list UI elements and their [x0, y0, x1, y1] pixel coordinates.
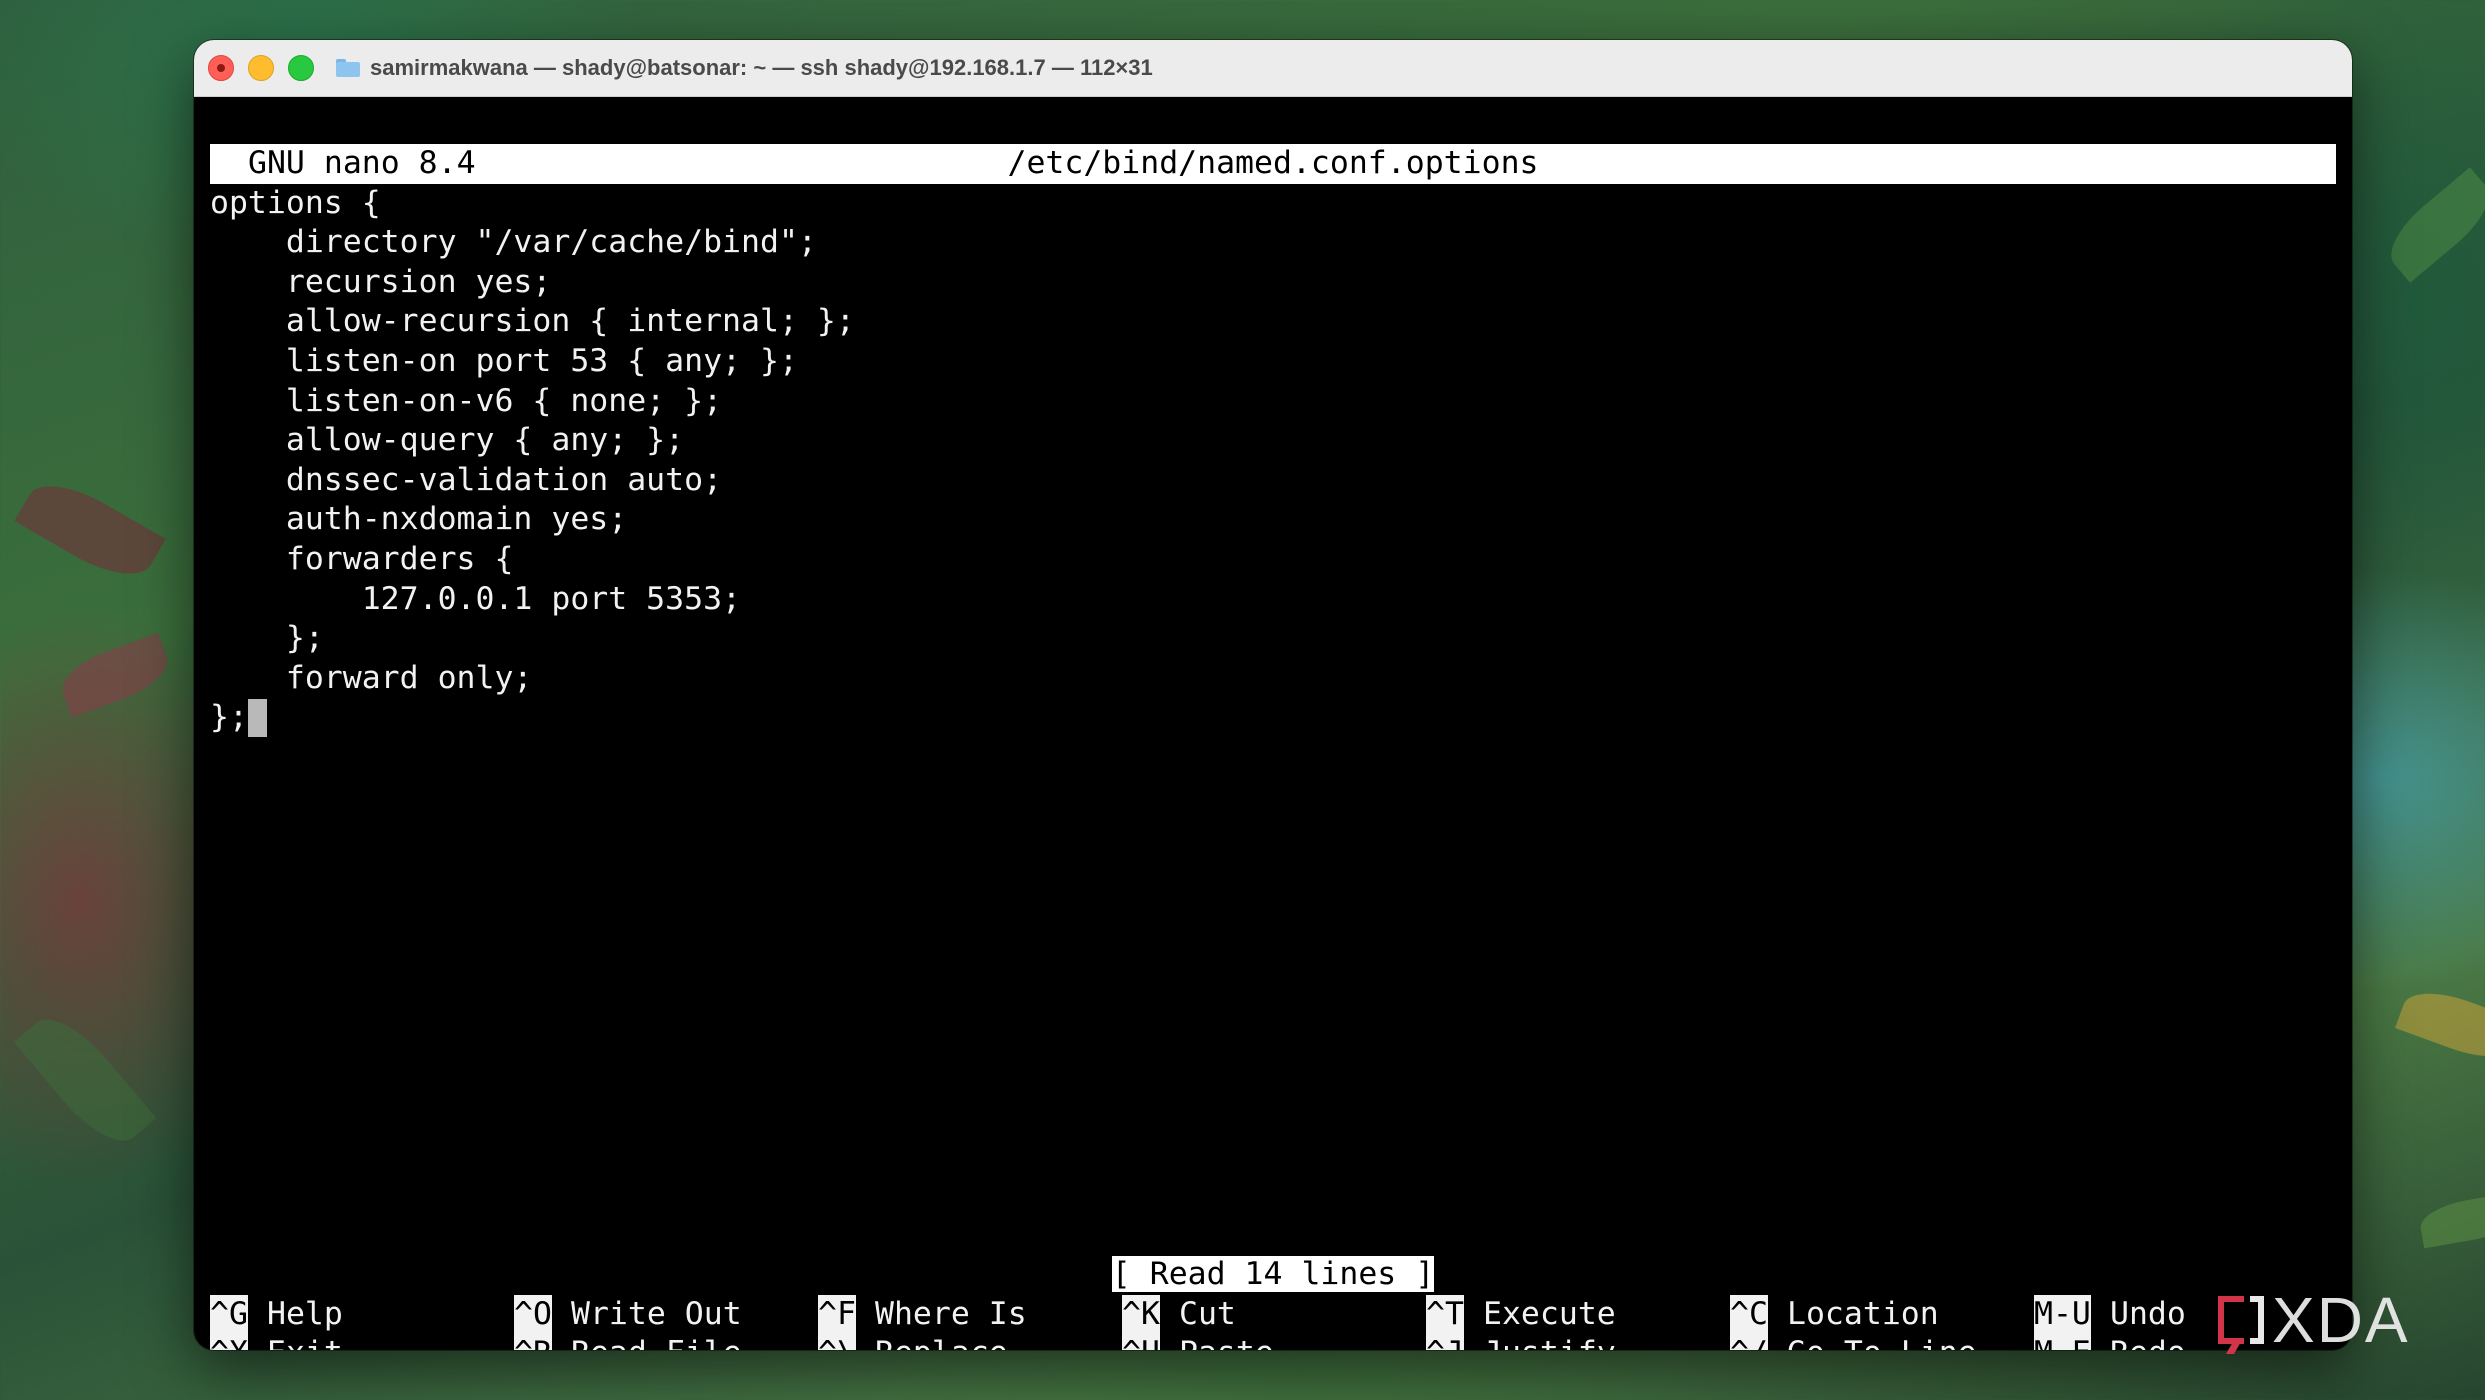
- shortcut-label: Help: [267, 1295, 343, 1332]
- shortcut-key: ^G: [210, 1294, 248, 1335]
- editor-line[interactable]: listen-on-v6 { none; };: [210, 382, 722, 422]
- xda-watermark: XDA: [2218, 1284, 2410, 1356]
- shortcut-key: ^C: [1730, 1294, 1768, 1335]
- shortcut-label: Paste: [1179, 1334, 1274, 1350]
- editor-line[interactable]: 127.0.0.1 port 5353;: [210, 580, 741, 620]
- nano-header: GNU nano 8.4 /etc/bind/named.conf.option…: [210, 144, 2336, 184]
- shortcut-key: ^U: [1122, 1334, 1160, 1350]
- shortcut-key: ^F: [818, 1294, 856, 1335]
- editor-line[interactable]: forward only;: [210, 659, 533, 699]
- shortcut-location[interactable]: ^C Location: [1730, 1294, 1939, 1335]
- title-bar[interactable]: samirmakwana — shady@batsonar: ~ — ssh s…: [194, 40, 2352, 97]
- editor-line[interactable]: options {: [210, 184, 381, 224]
- shortcut-key: ^/: [1730, 1334, 1768, 1350]
- xda-logo-text: XDA: [2272, 1284, 2410, 1356]
- shortcut-justify[interactable]: ^J Justify: [1426, 1334, 1616, 1350]
- status-message: [ Read 14 lines ]: [1111, 1256, 1435, 1292]
- shortcut-undo[interactable]: M-U Undo: [2034, 1294, 2186, 1335]
- shortcut-label: Location: [1787, 1295, 1939, 1332]
- shortcut-exit[interactable]: ^X Exit: [210, 1334, 343, 1350]
- shortcut-redo[interactable]: M-E Redo: [2034, 1334, 2186, 1350]
- shortcut-go-to-line[interactable]: ^/ Go To Line: [1730, 1334, 1977, 1350]
- editor-line[interactable]: };: [210, 619, 324, 659]
- editor-line[interactable]: dnssec-validation auto;: [210, 461, 722, 501]
- editor-line[interactable]: listen-on port 53 { any; };: [210, 342, 798, 382]
- editor-line[interactable]: directory "/var/cache/bind";: [210, 223, 817, 263]
- minimize-icon[interactable]: [248, 55, 274, 81]
- shortcut-key: M-E: [2034, 1334, 2091, 1350]
- terminal-window: samirmakwana — shady@batsonar: ~ — ssh s…: [194, 40, 2352, 1350]
- editor-line-text: };: [210, 699, 248, 736]
- xda-logo-icon: [2218, 1296, 2244, 1344]
- shortcut-label: Where Is: [875, 1295, 1027, 1332]
- window-title: samirmakwana — shady@batsonar: ~ — ssh s…: [370, 55, 1153, 80]
- shortcut-key: ^O: [514, 1294, 552, 1335]
- shortcut-execute[interactable]: ^T Execute: [1426, 1294, 1616, 1335]
- shortcut-help[interactable]: ^G Help: [210, 1294, 343, 1335]
- nano-filename: /etc/bind/named.conf.options: [1007, 145, 1539, 181]
- shortcut-where-is[interactable]: ^F Where Is: [818, 1294, 1027, 1335]
- editor-line[interactable]: };: [210, 698, 267, 738]
- xda-logo-bracket: [2250, 1296, 2264, 1344]
- shortcut-label: Exit: [267, 1334, 343, 1350]
- shortcut-paste[interactable]: ^U Paste: [1122, 1334, 1274, 1350]
- shortcut-key: ^J: [1426, 1334, 1464, 1350]
- shortcut-label: Justify: [1483, 1334, 1616, 1350]
- editor-line[interactable]: allow-query { any; };: [210, 421, 684, 461]
- shortcut-replace[interactable]: ^\ Replace: [818, 1334, 1008, 1350]
- editor-line[interactable]: recursion yes;: [210, 263, 552, 303]
- shortcut-label: Read File: [571, 1334, 742, 1350]
- zoom-icon[interactable]: [288, 55, 314, 81]
- terminal-content[interactable]: GNU nano 8.4 /etc/bind/named.conf.option…: [210, 104, 2336, 1350]
- shortcut-label: Write Out: [571, 1295, 742, 1332]
- shortcut-label: Execute: [1483, 1295, 1616, 1332]
- shortcut-key: ^\: [818, 1334, 856, 1350]
- close-icon[interactable]: [208, 55, 234, 81]
- editor-line[interactable]: forwarders {: [210, 540, 514, 580]
- shortcut-key: ^R: [514, 1334, 552, 1350]
- shortcut-key: ^K: [1122, 1294, 1160, 1335]
- folder-icon: [336, 59, 360, 77]
- shortcut-label: Cut: [1179, 1295, 1236, 1332]
- shortcut-key: ^X: [210, 1334, 248, 1350]
- shortcut-label: Undo: [2110, 1295, 2186, 1332]
- shortcut-label: Replace: [875, 1334, 1008, 1350]
- text-cursor: [247, 699, 267, 738]
- shortcut-label: Redo: [2110, 1334, 2186, 1350]
- shortcut-cut[interactable]: ^K Cut: [1122, 1294, 1236, 1335]
- status-bar: [ Read 14 lines ]: [210, 1255, 2336, 1295]
- editor-line[interactable]: allow-recursion { internal; };: [210, 302, 855, 342]
- shortcut-read-file[interactable]: ^R Read File: [514, 1334, 742, 1350]
- editor-line[interactable]: auth-nxdomain yes;: [210, 500, 627, 540]
- shortcut-label: Go To Line: [1787, 1334, 1977, 1350]
- shortcut-key: M-U: [2034, 1294, 2091, 1335]
- shortcut-key: ^T: [1426, 1294, 1464, 1335]
- shortcut-write-out[interactable]: ^O Write Out: [514, 1294, 742, 1335]
